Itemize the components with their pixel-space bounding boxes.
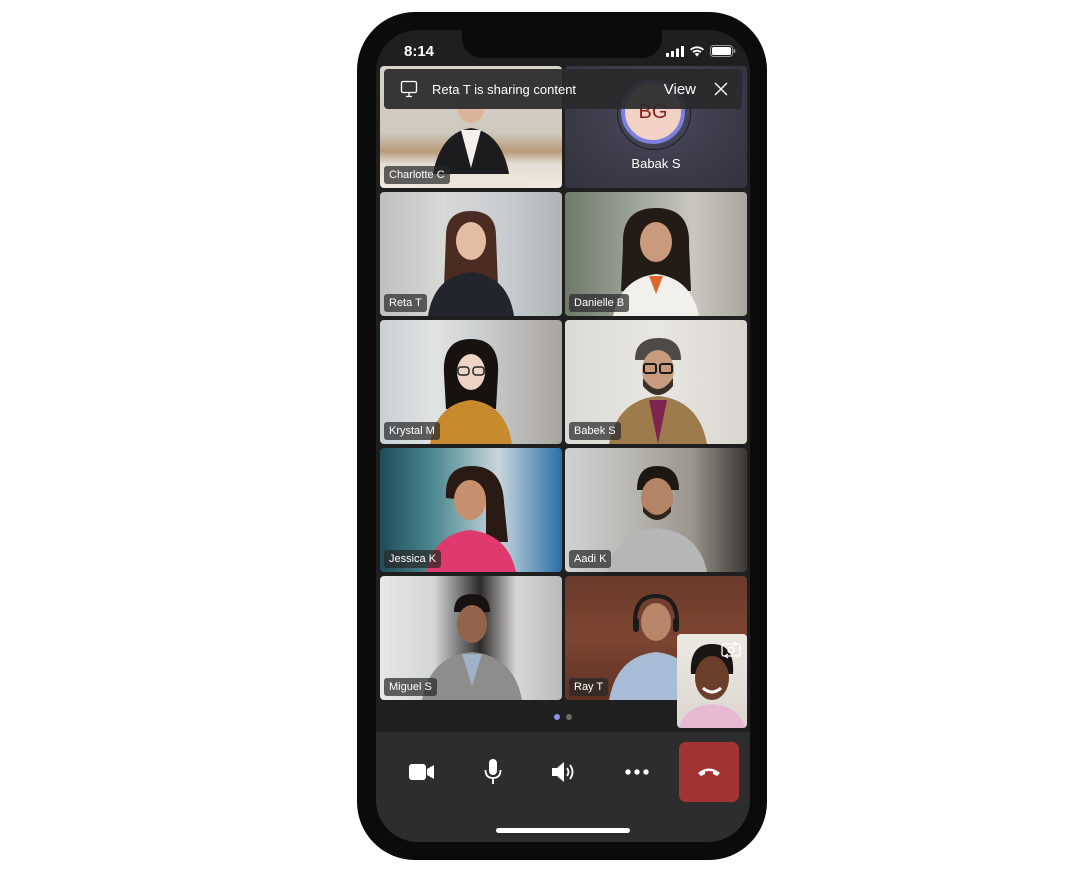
participant-tile[interactable]: Miguel S bbox=[380, 576, 562, 700]
sharing-banner: Reta T is sharing content View bbox=[384, 69, 742, 109]
participant-name: Jessica K bbox=[384, 550, 442, 568]
more-button[interactable] bbox=[609, 744, 665, 800]
speaker-icon bbox=[552, 762, 574, 782]
more-icon bbox=[625, 769, 649, 775]
page-dot[interactable] bbox=[566, 714, 572, 720]
participant-tile[interactable]: Reta T bbox=[380, 192, 562, 316]
participant-tile[interactable]: Babek S bbox=[565, 320, 747, 444]
monitor-icon bbox=[400, 80, 418, 98]
page-dot-active[interactable] bbox=[554, 714, 560, 720]
participant-tile[interactable]: Danielle B bbox=[565, 192, 747, 316]
battery-icon bbox=[710, 45, 736, 57]
participant-name: Babek S bbox=[569, 422, 621, 440]
phone-screen: 8:14 Charlotte C BG Babak S Reta T Danie… bbox=[376, 30, 750, 842]
close-icon[interactable] bbox=[714, 82, 728, 96]
hang-up-button[interactable] bbox=[679, 742, 739, 802]
wifi-icon bbox=[690, 46, 704, 57]
signal-icon bbox=[666, 45, 684, 57]
microphone-icon bbox=[484, 759, 502, 784]
view-button[interactable]: View bbox=[664, 81, 696, 98]
participant-name: Miguel S bbox=[384, 678, 437, 696]
microphone-button[interactable] bbox=[465, 744, 521, 800]
home-indicator[interactable] bbox=[496, 828, 630, 833]
participant-tile[interactable]: Aadi K bbox=[565, 448, 747, 572]
participant-tile[interactable]: Krystal M bbox=[380, 320, 562, 444]
participant-name: Krystal M bbox=[384, 422, 440, 440]
video-camera-icon bbox=[409, 764, 434, 780]
participant-video bbox=[607, 466, 707, 572]
hang-up-icon bbox=[698, 768, 720, 776]
speaker-button[interactable] bbox=[537, 744, 593, 800]
self-view[interactable] bbox=[677, 634, 747, 728]
sharing-text: Reta T is sharing content bbox=[432, 81, 577, 97]
status-time: 8:14 bbox=[404, 43, 435, 60]
participant-video bbox=[428, 211, 514, 316]
participant-name: Charlotte C bbox=[384, 166, 450, 184]
phone-frame: 8:14 Charlotte C BG Babak S Reta T Danie… bbox=[357, 12, 767, 860]
status-icons bbox=[666, 45, 736, 57]
participant-name: Babak S bbox=[631, 156, 681, 171]
call-toolbar bbox=[376, 732, 750, 842]
participant-tile[interactable]: Jessica K bbox=[380, 448, 562, 572]
switch-camera-icon[interactable] bbox=[720, 640, 742, 660]
participant-name: Aadi K bbox=[569, 550, 612, 568]
camera-button[interactable] bbox=[394, 744, 450, 800]
notch bbox=[462, 30, 662, 58]
participant-name: Danielle B bbox=[569, 294, 630, 312]
participant-name: Reta T bbox=[384, 294, 427, 312]
participant-name: Ray T bbox=[569, 678, 609, 696]
